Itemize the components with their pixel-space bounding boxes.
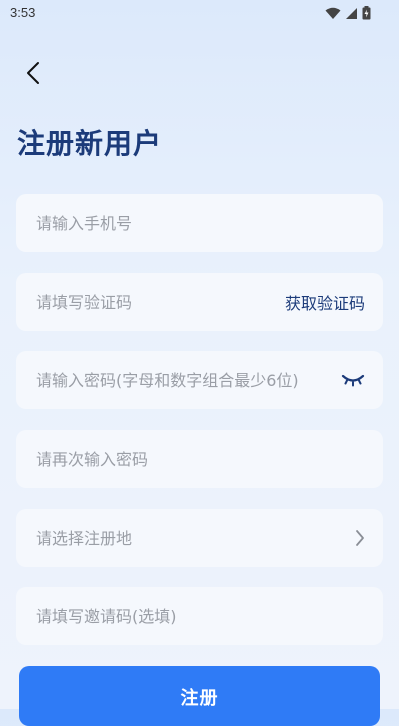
confirm-password-input[interactable]: [34, 448, 365, 470]
status-bar: 3:53: [0, 0, 399, 28]
confirm-password-field[interactable]: [16, 430, 383, 488]
password-input[interactable]: [34, 369, 333, 391]
status-time: 3:53: [10, 5, 36, 20]
password-field[interactable]: [16, 351, 383, 409]
back-arrow-icon: [26, 61, 40, 89]
region-input[interactable]: [34, 527, 347, 549]
phone-field[interactable]: [16, 194, 383, 252]
battery-icon: [362, 5, 371, 24]
back-button[interactable]: [18, 60, 48, 90]
register-button[interactable]: 注册: [19, 666, 380, 726]
phone-input[interactable]: [34, 212, 365, 234]
get-code-button[interactable]: 获取验证码: [285, 290, 365, 314]
region-select[interactable]: [16, 509, 383, 567]
verification-code-input[interactable]: [34, 291, 285, 313]
invite-code-field[interactable]: [16, 587, 383, 645]
invite-code-input[interactable]: [34, 605, 365, 627]
page-title: 注册新用户: [17, 127, 163, 160]
chevron-right-icon: [355, 529, 365, 547]
eye-closed-icon[interactable]: [341, 373, 365, 387]
status-icons: [325, 5, 371, 24]
wifi-icon: [325, 5, 341, 24]
signal-icon: [345, 5, 358, 24]
verification-code-field[interactable]: 获取验证码: [16, 273, 383, 331]
